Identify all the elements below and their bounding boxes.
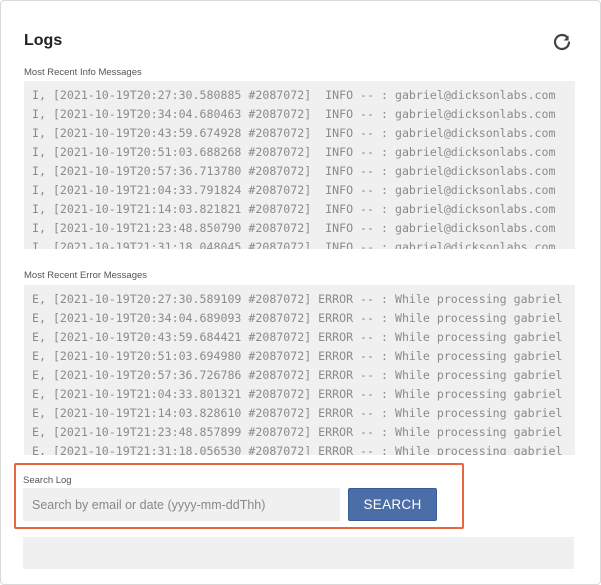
info-log-line: I, [2021-10-19T20:27:30.580885 #2087072]… [32,88,556,102]
error-log-line: E, [2021-10-19T20:57:36.726786 #2087072]… [32,368,563,382]
error-log-line: E, [2021-10-19T20:34:04.689093 #2087072]… [32,311,563,325]
page-title: Logs [24,32,63,49]
error-messages-label: Most Recent Error Messages [24,270,148,281]
error-log-line: E, [2021-10-19T21:14:03.828610 #2087072]… [32,406,563,420]
error-log-line: E, [2021-10-19T20:51:03.694980 #2087072]… [32,349,563,363]
search-input[interactable] [23,488,340,521]
search-log-label: Search Log [23,475,72,486]
info-log-line: I, [2021-10-19T21:04:33.791824 #2087072]… [32,183,556,197]
error-log-line: E, [2021-10-19T21:31:18.056530 #2087072]… [32,444,563,455]
panel-header: Logs [24,30,572,56]
info-log-line: I, [2021-10-19T21:31:18.048045 #2087072]… [32,240,556,249]
info-log-line: I, [2021-10-19T20:57:36.713780 #2087072]… [32,164,556,178]
error-log-line: E, [2021-10-19T21:23:48.857899 #2087072]… [32,425,563,439]
search-button[interactable]: SEARCH [348,488,437,521]
info-log-lines: I, [2021-10-19T20:27:30.580885 #2087072]… [24,81,575,249]
info-log-line: I, [2021-10-19T20:43:59.674928 #2087072]… [32,126,556,140]
error-messages-log[interactable]: E, [2021-10-19T20:27:30.589109 #2087072]… [24,285,575,455]
refresh-icon[interactable] [552,32,572,52]
info-messages-label: Most Recent Info Messages [24,67,142,78]
error-log-line: E, [2021-10-19T20:27:30.589109 #2087072]… [32,292,563,306]
info-log-line: I, [2021-10-19T20:51:03.688268 #2087072]… [32,145,556,159]
info-log-line: I, [2021-10-19T21:23:48.850790 #2087072]… [32,221,556,235]
error-log-line: E, [2021-10-19T20:43:59.684421 #2087072]… [32,330,563,344]
info-log-line: I, [2021-10-19T20:34:04.680463 #2087072]… [32,107,556,121]
error-log-line: E, [2021-10-19T21:04:33.801321 #2087072]… [32,387,563,401]
search-results-area [23,537,574,569]
error-log-lines: E, [2021-10-19T20:27:30.589109 #2087072]… [24,285,575,455]
info-log-line: I, [2021-10-19T21:14:03.821821 #2087072]… [32,202,556,216]
info-messages-log[interactable]: I, [2021-10-19T20:27:30.580885 #2087072]… [24,81,575,249]
